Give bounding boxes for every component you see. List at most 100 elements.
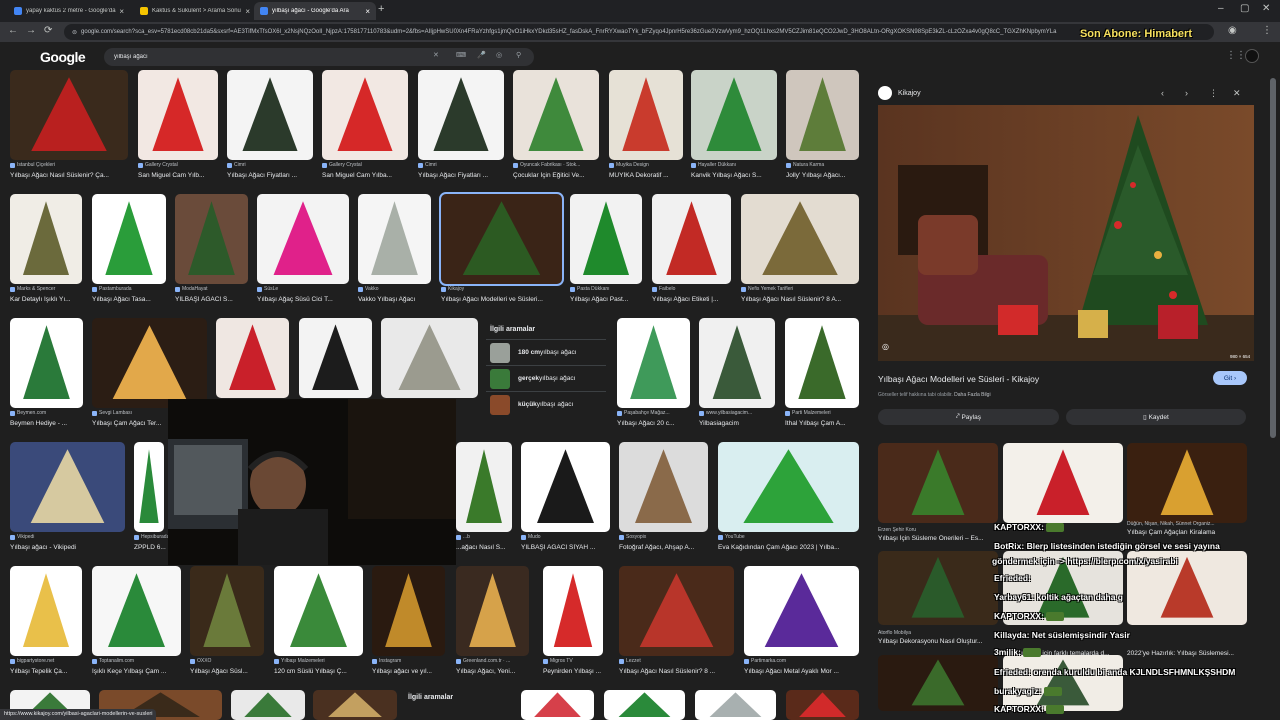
image-thumbnail[interactable] bbox=[570, 194, 642, 284]
result-title[interactable]: Eva Kağıdından Çam Ağacı 2023 | Yılba... bbox=[718, 544, 859, 551]
result-title[interactable]: Işıklı Keçe Yılbaşı Çam ... bbox=[92, 668, 181, 675]
image-thumbnail[interactable] bbox=[299, 318, 372, 398]
result-source[interactable]: Kikajoy bbox=[441, 286, 562, 292]
result-title[interactable]: Yılbaşı Ağacı Süsl... bbox=[190, 668, 270, 675]
related-search-item[interactable]: 180 cm yılbaşı ağacı bbox=[486, 339, 606, 365]
result-source[interactable]: Marks & Spencer bbox=[10, 286, 90, 292]
image-thumbnail[interactable] bbox=[358, 194, 431, 284]
close-icon[interactable]: × bbox=[365, 7, 370, 16]
address-bar[interactable]: ⊜ google.com/search?sca_esv=5781ecd08cb2… bbox=[64, 24, 1214, 40]
browser-tab-active[interactable]: yılbaşı ağacı - Google'da Ara × bbox=[254, 2, 376, 20]
save-button[interactable]: ▯ Kaydet bbox=[1066, 409, 1246, 425]
image-thumbnail[interactable] bbox=[257, 194, 349, 284]
result-source[interactable]: Pastamburada bbox=[92, 286, 172, 292]
visit-button[interactable]: Git › bbox=[1213, 371, 1247, 385]
image-thumbnail[interactable] bbox=[786, 690, 859, 720]
browser-menu-icon[interactable]: ⋮ bbox=[1262, 25, 1272, 36]
image-thumbnail[interactable] bbox=[741, 194, 859, 284]
previous-icon[interactable]: ‹ bbox=[1161, 88, 1164, 98]
related-title[interactable]: Yılbaşı Dekorasyonu Nasıl Oluştur... bbox=[878, 638, 998, 645]
result-title[interactable]: Peynirden Yılbaşı ... bbox=[543, 668, 623, 675]
result-title[interactable]: Yılbaşı Ağacı Tasa... bbox=[92, 296, 172, 303]
result-source[interactable]: Hayaller Dükkanı bbox=[691, 162, 777, 168]
window-close-icon[interactable]: ✕ bbox=[1262, 3, 1270, 14]
result-title[interactable]: 120 cm Süslü Yılbaşı Ç... bbox=[274, 668, 363, 675]
related-title[interactable]: Yılbaşı İçin Süsleme Önerileri – Es... bbox=[878, 535, 998, 542]
result-title[interactable]: Yılbaşı Ağacı Nasıl Süslenir? 8 A... bbox=[741, 296, 859, 303]
related-image-thumbnail[interactable] bbox=[878, 443, 998, 523]
image-thumbnail[interactable] bbox=[695, 690, 776, 720]
preview-title[interactable]: Yılbaşı Ağacı Modelleri ve Süsleri - Kik… bbox=[878, 374, 1039, 384]
microphone-icon[interactable]: 🎤 bbox=[477, 51, 486, 59]
search-box[interactable] bbox=[104, 48, 534, 66]
result-source[interactable]: Beymen.com bbox=[10, 410, 90, 416]
result-source[interactable]: Muyika Design bbox=[609, 162, 689, 168]
close-icon[interactable]: × bbox=[245, 7, 250, 16]
image-thumbnail[interactable] bbox=[718, 442, 859, 532]
image-thumbnail[interactable] bbox=[231, 690, 305, 720]
image-thumbnail[interactable] bbox=[543, 566, 603, 656]
result-title[interactable]: Fotoğraf Ağacı, Ahşap A... bbox=[619, 544, 708, 551]
related-search-item[interactable]: gerçek yılbaşı ağacı bbox=[486, 365, 606, 391]
result-title[interactable]: Yılbaşı Ağacı Past... bbox=[570, 296, 650, 303]
share-button[interactable]: ⤤ Paylaş bbox=[878, 409, 1059, 425]
result-title[interactable]: Beymen Hediye - ... bbox=[10, 420, 90, 427]
related-source[interactable]: Erzen Şehir Koru bbox=[878, 527, 998, 533]
image-thumbnail[interactable] bbox=[744, 566, 859, 656]
result-source[interactable]: Gallery Crystal bbox=[322, 162, 408, 168]
result-source[interactable]: Lezzet bbox=[619, 658, 734, 664]
image-thumbnail[interactable] bbox=[216, 318, 289, 398]
result-source[interactable]: bigpartystore.net bbox=[10, 658, 90, 664]
result-source[interactable]: www.yilbasiagacim... bbox=[699, 410, 779, 416]
result-source[interactable]: Mudo bbox=[521, 534, 610, 540]
result-title[interactable]: Yılbaşı Ağaç Süsü Cici T... bbox=[257, 296, 349, 303]
related-title[interactable]: 2022'ye Hazırlık: Yılbaşı Süslemesi... bbox=[1127, 650, 1247, 657]
related-source[interactable]: Atorflo Mobilya bbox=[878, 630, 998, 636]
image-thumbnail[interactable] bbox=[619, 566, 734, 656]
image-thumbnail[interactable] bbox=[138, 70, 218, 160]
reload-icon[interactable]: ⟳ bbox=[44, 25, 52, 36]
related-search-item[interactable]: küçük yılbaşı ağacı bbox=[486, 391, 606, 417]
image-thumbnail[interactable] bbox=[786, 70, 859, 160]
image-thumbnail[interactable] bbox=[439, 192, 564, 286]
image-thumbnail[interactable] bbox=[604, 690, 685, 720]
result-title[interactable]: San Miguel Cam Yılba... bbox=[322, 172, 408, 179]
image-thumbnail[interactable] bbox=[10, 442, 125, 532]
result-source[interactable]: OXXO bbox=[190, 658, 270, 664]
related-title[interactable]: Yılbaşı Çam Ağaçları Kiralama bbox=[1127, 529, 1247, 536]
image-thumbnail[interactable] bbox=[10, 318, 83, 408]
image-thumbnail[interactable] bbox=[92, 566, 181, 656]
close-icon[interactable]: × bbox=[119, 7, 124, 16]
result-source[interactable]: SüsLe bbox=[257, 286, 349, 292]
image-thumbnail[interactable] bbox=[92, 318, 207, 408]
minimize-icon[interactable]: – bbox=[1218, 3, 1224, 14]
image-thumbnail[interactable] bbox=[521, 690, 594, 720]
preview-source[interactable]: Kikajoy bbox=[878, 86, 921, 100]
result-title[interactable]: Yılbaşı Ağacı Etiketi |... bbox=[652, 296, 732, 303]
result-title[interactable]: Yılbaşı Ağacı, Yeni... bbox=[456, 668, 536, 675]
result-title[interactable]: Çocuklar İçin Eğitici Ve... bbox=[513, 172, 599, 179]
related-image-thumbnail[interactable] bbox=[878, 655, 998, 711]
result-source[interactable]: Oyuncak Fabrikası · Stok... bbox=[513, 162, 599, 168]
image-thumbnail[interactable] bbox=[227, 70, 313, 160]
learn-more-link[interactable]: Daha Fazla Bilgi bbox=[954, 392, 990, 398]
image-thumbnail[interactable] bbox=[134, 442, 164, 532]
image-thumbnail[interactable] bbox=[313, 690, 397, 720]
image-thumbnail[interactable] bbox=[322, 70, 408, 160]
image-thumbnail[interactable] bbox=[513, 70, 599, 160]
result-title[interactable]: Yılbaşı Ağacı Nasıl Süslenir? 8 ... bbox=[619, 668, 734, 675]
image-thumbnail[interactable] bbox=[10, 566, 82, 656]
image-thumbnail[interactable] bbox=[456, 566, 529, 656]
result-title[interactable]: Yılbaşı Ağacı Metal Ayaklı Mor ... bbox=[744, 668, 859, 675]
apps-grid-icon[interactable]: ⋮⋮ bbox=[1226, 50, 1246, 61]
next-icon[interactable]: › bbox=[1185, 88, 1188, 98]
result-source[interactable]: Migros TV bbox=[543, 658, 623, 664]
result-title[interactable]: Yılbaşı Ağacı Fiyatları ... bbox=[227, 172, 313, 179]
back-icon[interactable]: ← bbox=[8, 25, 18, 36]
image-thumbnail[interactable] bbox=[418, 70, 504, 160]
result-source[interactable]: Cimri bbox=[227, 162, 313, 168]
image-thumbnail[interactable] bbox=[609, 70, 683, 160]
result-title[interactable]: Kar Detaylı Işıklı Yı... bbox=[10, 296, 90, 303]
result-title[interactable]: Yılbaşı ağacı - Vikipedi bbox=[10, 544, 125, 551]
image-thumbnail[interactable] bbox=[10, 194, 82, 284]
